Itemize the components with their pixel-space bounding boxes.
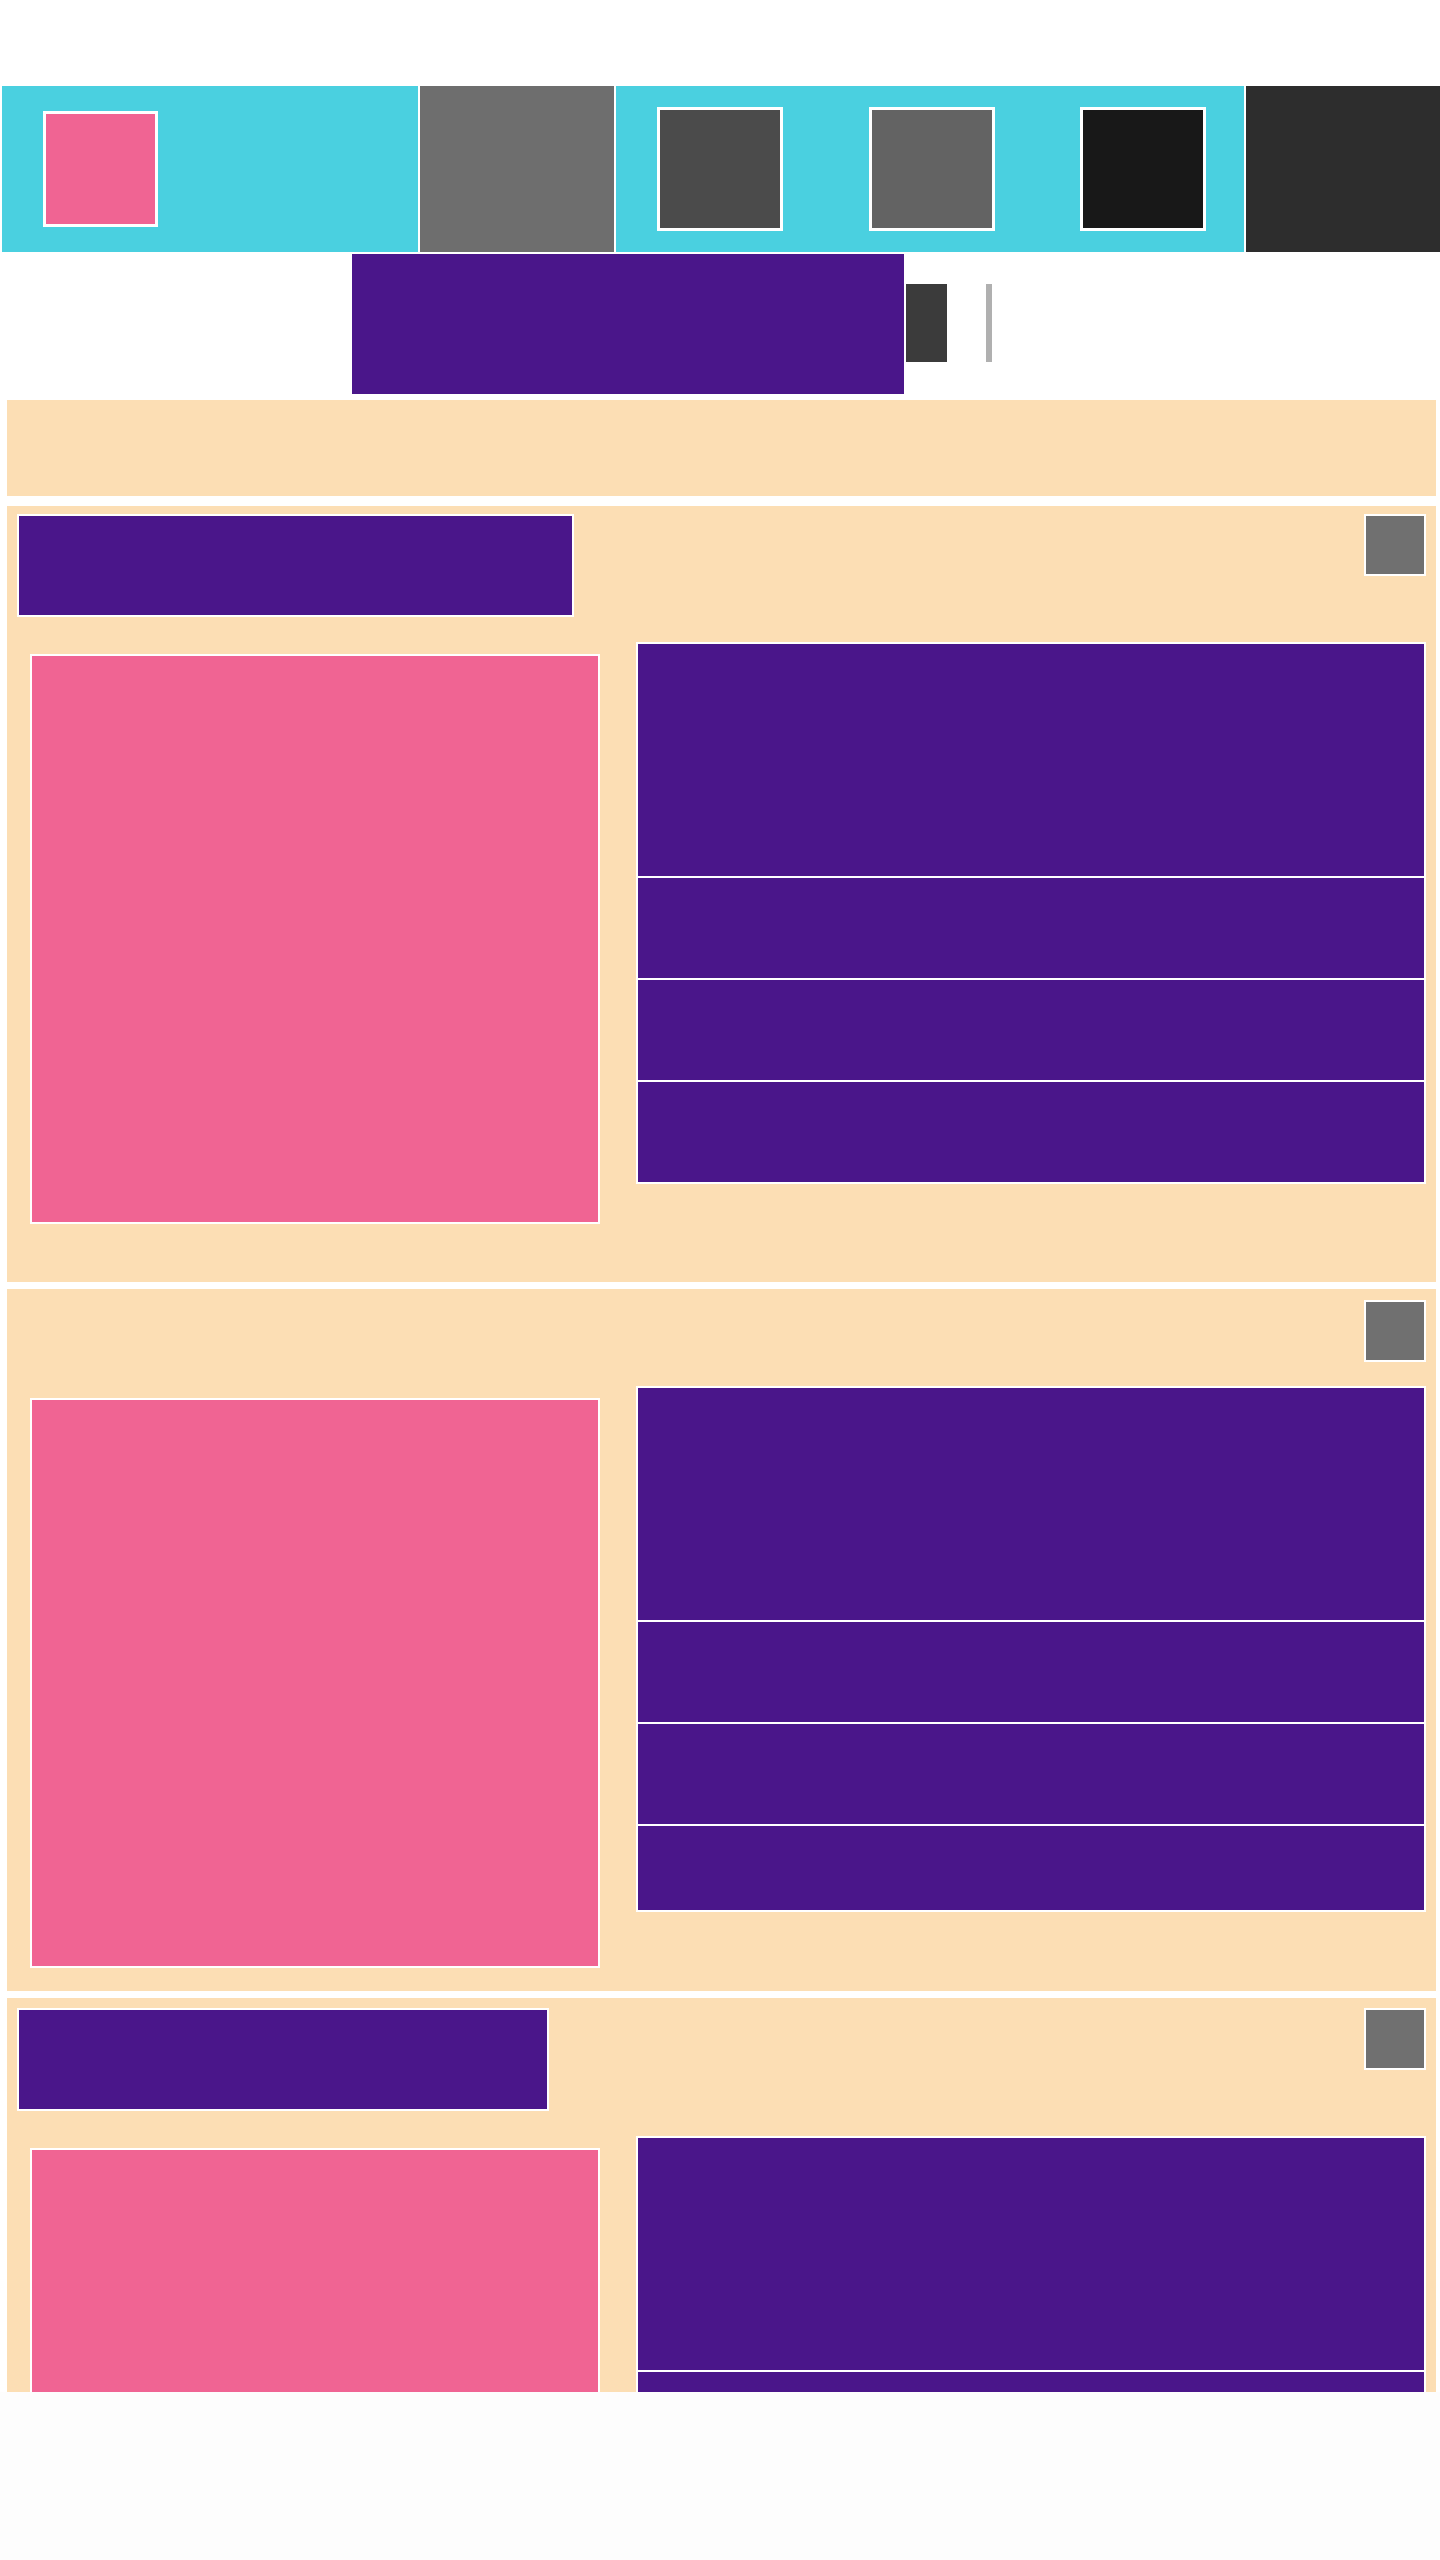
top-bar-tile[interactable]	[869, 107, 995, 231]
card-row[interactable]	[636, 978, 1426, 1082]
card-row[interactable]	[636, 1620, 1426, 1724]
banner	[7, 400, 1436, 496]
square-icon[interactable]	[1364, 2008, 1426, 2070]
card-title	[17, 514, 574, 617]
card-title	[17, 2008, 549, 2111]
card-row[interactable]	[636, 1080, 1426, 1184]
card-row[interactable]	[636, 642, 1426, 878]
header-block[interactable]	[352, 254, 904, 394]
bottom-area	[0, 2392, 1440, 2560]
card-image[interactable]	[30, 654, 600, 1224]
top-bar-tile[interactable]	[1246, 86, 1440, 252]
card-image[interactable]	[30, 2148, 600, 2398]
card-row[interactable]	[636, 1386, 1426, 1622]
card-row[interactable]	[636, 2136, 1426, 2372]
divider	[986, 284, 992, 362]
square-icon[interactable]	[1364, 514, 1426, 576]
top-bar-tile[interactable]	[420, 86, 614, 252]
card-row[interactable]	[636, 876, 1426, 980]
top-bar-tile[interactable]	[657, 107, 783, 231]
card-image[interactable]	[30, 1398, 600, 1968]
menu-icon[interactable]	[906, 284, 947, 362]
card-row[interactable]	[636, 1722, 1426, 1826]
top-bar-tile[interactable]	[1080, 107, 1206, 231]
top-bar-thumbnail[interactable]	[43, 111, 158, 227]
square-icon[interactable]	[1364, 1300, 1426, 1362]
card-row[interactable]	[636, 1824, 1426, 1912]
